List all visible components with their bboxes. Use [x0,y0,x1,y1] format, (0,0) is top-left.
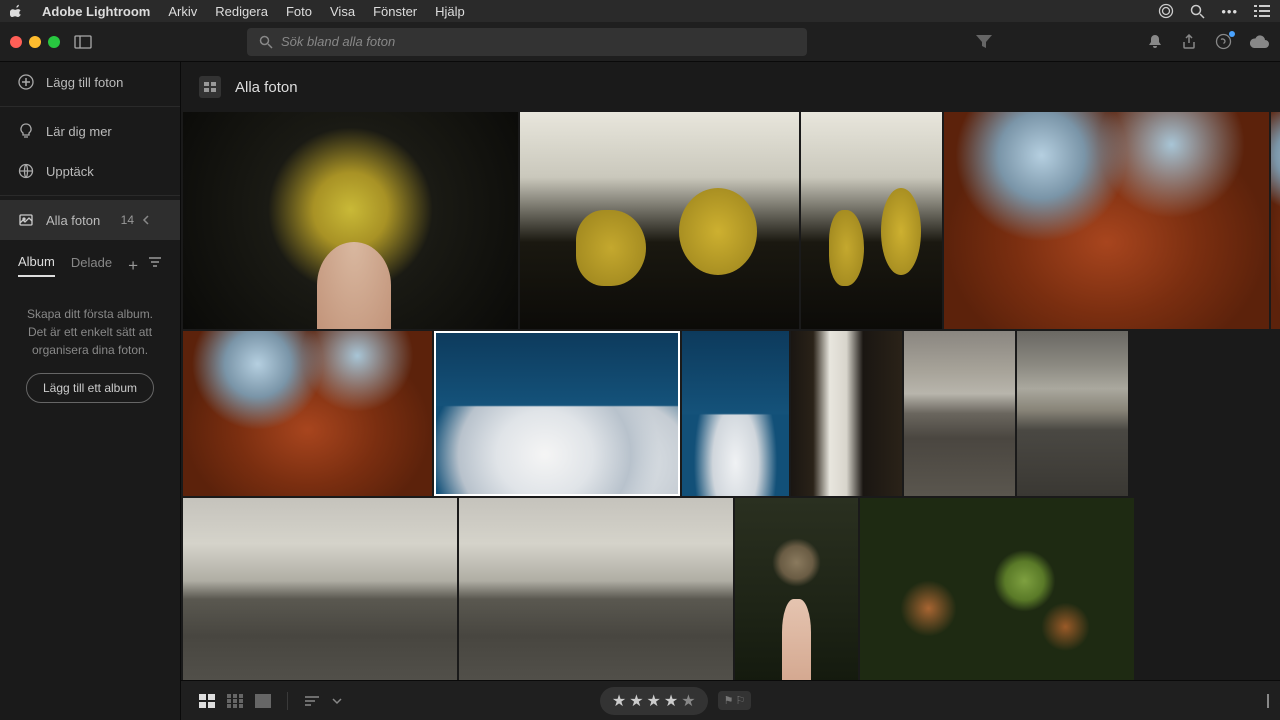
menu-redigera[interactable]: Redigera [215,4,268,19]
chevron-left-icon [142,214,150,226]
chevron-down-icon[interactable] [332,697,342,705]
sidebar-all-photos-label: Alla foton [46,213,100,228]
panel-toggle-icon[interactable] [74,35,92,49]
back-button[interactable] [199,76,221,98]
globe-icon [18,163,34,179]
cc-icon[interactable] [1158,3,1174,19]
album-empty-state: Skapa ditt första album. Det är ett enke… [0,285,180,423]
lightbulb-icon [18,123,34,139]
photo-thumbnail[interactable] [682,331,789,496]
tab-shared[interactable]: Delade [71,255,112,276]
all-photos-count: 14 [121,213,134,227]
cloud-icon[interactable] [1250,35,1270,49]
add-album-button[interactable]: Lägg till ett album [26,373,154,403]
search-icon [259,35,273,49]
flag-controls[interactable]: ⚑ ⚐ [718,691,752,710]
flag-reject-icon[interactable]: ⚐ [735,694,745,707]
menu-hjalp[interactable]: Hjälp [435,4,465,19]
search-icon[interactable] [1190,4,1205,19]
photo-thumbnail[interactable] [183,331,432,496]
photo-thumbnail[interactable] [801,112,942,329]
tab-album[interactable]: Album [18,254,55,277]
zoom-slider[interactable] [1267,694,1280,708]
sidebar-learn[interactable]: Lär dig mer [0,111,180,151]
sidebar-discover-label: Upptäck [46,164,94,179]
add-album-icon[interactable]: + [128,256,138,276]
menu-arkiv[interactable]: Arkiv [168,4,197,19]
photos-icon [18,212,34,228]
photo-thumbnail[interactable] [1271,112,1280,329]
search-input[interactable]: Sök bland alla foton [247,28,807,56]
system-menubar: Adobe Lightroom Arkiv Redigera Foto Visa… [0,0,1280,22]
menu-foto[interactable]: Foto [286,4,312,19]
grid-view-icon[interactable] [199,694,215,708]
more-icon[interactable]: ••• [1221,4,1238,19]
filter-icon[interactable] [976,35,992,49]
content-title: Alla foton [235,79,298,96]
bell-icon[interactable] [1147,34,1163,50]
sidebar-discover[interactable]: Upptäck [0,151,180,191]
sidebar-all-photos[interactable]: Alla foton 14 [0,200,180,240]
photo-thumbnail[interactable] [459,498,733,680]
sidebar-tabs: Album Delade + [0,240,180,285]
grid-small-icon[interactable] [227,694,243,708]
add-photos-label: Lägg till foton [46,75,123,90]
add-photos-button[interactable]: Lägg till foton [0,62,180,102]
empty-text: Skapa ditt första album. Det är ett enke… [20,305,160,359]
list-icon[interactable] [1254,4,1270,18]
search-placeholder: Sök bland alla foton [281,34,395,49]
single-view-icon[interactable] [255,694,271,708]
photo-thumbnail[interactable] [860,498,1134,680]
photo-thumbnail-selected[interactable] [434,331,680,496]
sidebar-learn-label: Lär dig mer [46,124,112,139]
menu-visa[interactable]: Visa [330,4,355,19]
sort-icon[interactable] [148,256,162,276]
grid-footer: ★★★★★ ⚑ ⚐ [181,680,1280,720]
menu-fonster[interactable]: Fönster [373,4,417,19]
photo-thumbnail[interactable] [520,112,799,329]
content-header: Alla foton 1 av 14 foton [181,62,1280,112]
menu-app[interactable]: Adobe Lightroom [42,4,150,19]
photo-thumbnail[interactable] [1017,331,1128,496]
sidebar: Lägg till foton Lär dig mer Upptäck Alla… [0,62,181,720]
apple-icon[interactable] [10,4,24,18]
photo-thumbnail[interactable] [183,112,518,329]
photo-thumbnail[interactable] [944,112,1269,329]
app-toolbar: Sök bland alla foton [0,22,1280,62]
share-icon[interactable] [1181,34,1197,50]
plus-circle-icon [18,74,34,90]
photo-thumbnail[interactable] [904,331,1015,496]
photo-grid [181,112,1280,680]
help-icon[interactable] [1215,33,1232,50]
rating-stars[interactable]: ★★★★★ [600,687,708,715]
window-controls[interactable] [10,36,60,48]
sort-icon[interactable] [304,695,320,707]
flag-pick-icon[interactable]: ⚑ [724,694,734,707]
content-area: Alla foton 1 av 14 foton [181,62,1280,720]
photo-thumbnail[interactable] [183,498,457,680]
photo-thumbnail[interactable] [735,498,858,680]
photo-thumbnail[interactable] [791,331,902,496]
